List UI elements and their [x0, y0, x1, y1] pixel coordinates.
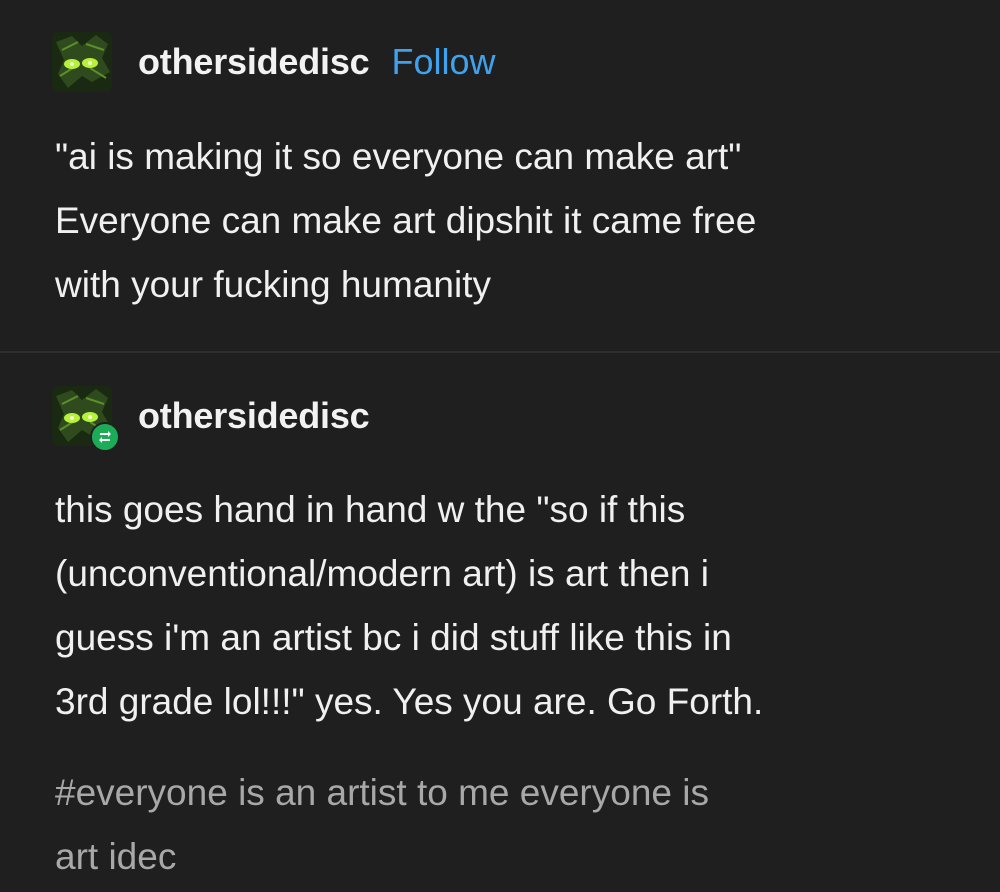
post-body-line: Everyone can make art dipshit it came fr…	[55, 200, 757, 241]
avatar[interactable]	[52, 32, 112, 92]
reblog-body-line: (unconventional/modern art) is art then …	[55, 553, 710, 594]
reblog-badge	[90, 422, 120, 452]
reblog-body-line: 3rd grade lol!!!" yes. Yes you are. Go F…	[55, 681, 764, 722]
reblog-body-line: this goes hand in hand w the "so if this	[55, 489, 686, 530]
post-header: othersidedisc Follow	[52, 32, 496, 92]
tag-line[interactable]: #everyone is an artist to me everyone is	[55, 761, 709, 825]
username[interactable]: othersidedisc	[138, 41, 370, 83]
post-body-line: "ai is making it so everyone can make ar…	[55, 136, 742, 177]
post-body: "ai is making it so everyone can make ar…	[55, 125, 756, 317]
reblog-icon	[99, 431, 111, 443]
follow-button[interactable]: Follow	[391, 41, 495, 83]
avatar[interactable]	[52, 386, 120, 452]
post-body-line: with your fucking humanity	[55, 264, 491, 305]
reblog-body-line: guess i'm an artist bc i did stuff like …	[55, 617, 732, 658]
tag-line[interactable]: art idec	[55, 825, 709, 889]
reblog-body: this goes hand in hand w the "so if this…	[55, 478, 763, 734]
tags[interactable]: #everyone is an artist to me everyone is…	[55, 761, 709, 889]
reblog-header: othersidedisc	[52, 386, 370, 452]
reblog-username[interactable]: othersidedisc	[138, 395, 370, 437]
divider	[0, 351, 1000, 353]
green-eyes-avatar-icon	[52, 32, 112, 92]
post-card: othersidedisc Follow "ai is making it so…	[0, 0, 1000, 892]
